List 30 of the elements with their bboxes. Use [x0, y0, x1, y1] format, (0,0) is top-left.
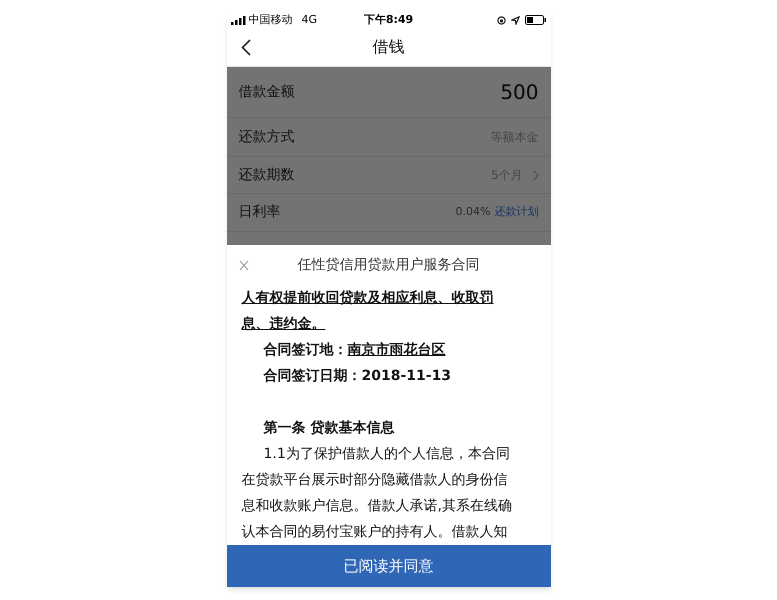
- battery-icon: [524, 15, 546, 25]
- network-type: 4G: [302, 12, 318, 28]
- field-value: 0.04%: [456, 204, 490, 220]
- chevron-right-icon: [532, 170, 538, 180]
- field-value: 2018-11-13: [362, 368, 452, 384]
- contract-text: 在贷款平台展示时部分隐藏借款人的身份信: [242, 472, 508, 488]
- close-button[interactable]: [238, 260, 248, 270]
- field-label: 还款方式: [238, 128, 294, 146]
- agree-button[interactable]: 已阅读并同意: [226, 545, 550, 587]
- back-icon[interactable]: [240, 38, 250, 56]
- contract-text: 1.1为了保护借款人的个人信息，本合同: [264, 446, 510, 462]
- signal-icon: [230, 16, 246, 24]
- section-heading: 第一条 贷款基本信息: [264, 420, 394, 436]
- contract-text: 认本合同的易付宝账户的持有人。借款人知: [242, 524, 508, 540]
- field-value: 南京市雨花台区: [348, 342, 446, 358]
- page-title: 借钱: [372, 36, 404, 58]
- field-label: 合同签订日期：: [264, 368, 362, 384]
- field-label: 还款期数: [238, 166, 294, 184]
- location-icon: [510, 16, 520, 24]
- contract-text: 息、违约金。: [242, 316, 326, 332]
- amount-value: 500: [500, 79, 538, 106]
- status-time: 下午8:49: [362, 12, 414, 28]
- carrier-name: 中国移动: [248, 12, 292, 28]
- field-label: 日利率: [238, 203, 280, 222]
- contract-text: 息和收款账户信息。借款人承诺,其系在线确: [242, 498, 512, 514]
- field-label: 借款金额: [238, 82, 294, 102]
- sheet-title: 任性贷信用贷款用户服务合同: [298, 256, 480, 274]
- rotation-lock-icon: [496, 16, 506, 24]
- field-label: 合同签订地：: [264, 342, 348, 358]
- contract-text: 人有权提前收回贷款及相应利息、收取罚: [242, 290, 494, 306]
